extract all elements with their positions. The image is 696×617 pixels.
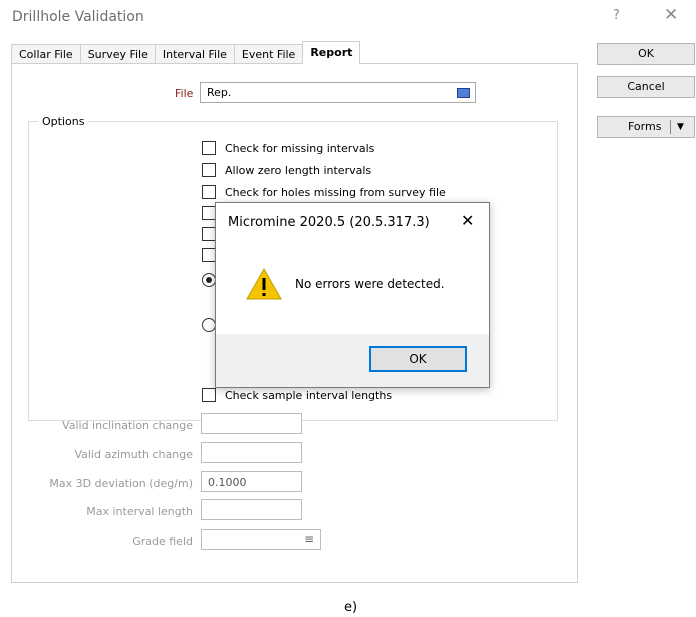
ok-button[interactable]: OK xyxy=(597,43,695,65)
tab-bar: Collar File Survey File Interval File Ev… xyxy=(11,41,361,64)
azimuth-label: Valid azimuth change xyxy=(74,448,193,461)
deviation-input[interactable]: 0.1000 xyxy=(201,471,302,492)
zero-length-checkbox[interactable] xyxy=(202,163,216,177)
max-interval-label: Max interval length xyxy=(86,505,193,518)
tab-event-file[interactable]: Event File xyxy=(233,44,304,64)
message-dialog: Micromine 2020.5 (20.5.317.3) ✕ No error… xyxy=(215,202,490,388)
holes-missing-label: Check for holes missing from survey file xyxy=(225,186,446,199)
grade-field-input[interactable]: ≡ xyxy=(201,529,321,550)
forms-button[interactable]: Forms ▼ xyxy=(597,116,695,138)
dialog-ok-button[interactable]: OK xyxy=(369,346,467,372)
forms-label: Forms xyxy=(628,120,662,133)
dialog-footer: OK xyxy=(216,334,489,387)
option-radio-selected[interactable] xyxy=(202,273,216,287)
tab-survey-file[interactable]: Survey File xyxy=(79,44,156,64)
option-checkbox[interactable] xyxy=(202,206,216,220)
missing-intervals-checkbox[interactable] xyxy=(202,141,216,155)
window-title: Drillhole Validation xyxy=(12,9,144,25)
chevron-down-icon[interactable]: ▼ xyxy=(677,117,684,137)
sample-interval-checkbox[interactable] xyxy=(202,388,216,402)
options-label: Options xyxy=(38,115,89,128)
deviation-label: Max 3D deviation (deg/m) xyxy=(49,477,193,490)
missing-intervals-label: Check for missing intervals xyxy=(225,142,375,155)
tab-report[interactable]: Report xyxy=(302,41,361,64)
inclination-label: Valid inclination change xyxy=(62,419,193,432)
browse-icon[interactable] xyxy=(457,88,470,98)
forms-separator xyxy=(670,120,671,134)
option-checkbox[interactable] xyxy=(202,227,216,241)
file-label: File xyxy=(175,87,194,100)
option-checkbox[interactable] xyxy=(202,248,216,262)
file-value: Rep. xyxy=(207,86,232,99)
max-interval-input[interactable] xyxy=(201,499,302,520)
figure-caption: e) xyxy=(344,600,358,615)
option-radio[interactable] xyxy=(202,318,216,332)
help-button[interactable]: ? xyxy=(613,8,620,23)
tab-interval-file[interactable]: Interval File xyxy=(154,44,235,64)
warning-icon xyxy=(246,267,282,300)
list-icon[interactable]: ≡ xyxy=(304,532,314,546)
holes-missing-checkbox[interactable] xyxy=(202,185,216,199)
zero-length-label: Allow zero length intervals xyxy=(225,164,372,177)
dialog-title: Micromine 2020.5 (20.5.317.3) xyxy=(228,215,430,230)
file-input[interactable]: Rep. xyxy=(200,82,476,103)
tab-collar-file[interactable]: Collar File xyxy=(11,44,81,64)
azimuth-input[interactable] xyxy=(201,442,302,463)
cancel-button[interactable]: Cancel xyxy=(597,76,695,98)
inclination-input[interactable] xyxy=(201,413,302,434)
close-icon[interactable]: ✕ xyxy=(664,5,678,25)
dialog-message: No errors were detected. xyxy=(295,277,445,291)
grade-field-label: Grade field xyxy=(132,535,193,548)
dialog-close-icon[interactable]: ✕ xyxy=(461,211,474,230)
sample-interval-label: Check sample interval lengths xyxy=(225,389,393,402)
